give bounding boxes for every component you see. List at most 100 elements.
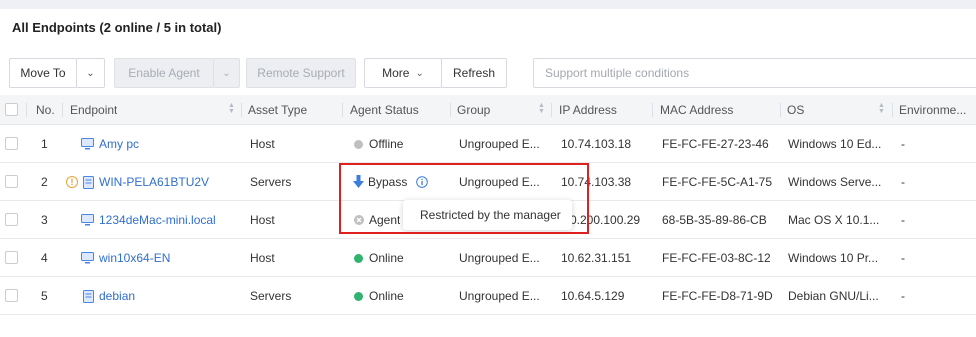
chevron-down-icon: ⌄ xyxy=(86,67,95,79)
os: Windows 10 Ed... xyxy=(788,137,882,151)
row-number: 2 xyxy=(41,175,48,189)
column-divider xyxy=(892,103,893,117)
online-status-dot xyxy=(354,254,363,263)
endpoint-link[interactable]: WIN-PELA61BTU2V xyxy=(99,163,209,201)
os: Debian GNU/Li... xyxy=(788,289,879,303)
environment: - xyxy=(901,251,905,265)
chevron-down-icon: ⌄ xyxy=(222,67,231,79)
column-agent-status[interactable]: Agent Status xyxy=(350,95,419,125)
row-checkbox[interactable] xyxy=(5,175,18,188)
ip-address: 10.64.5.129 xyxy=(561,289,625,303)
chevron-down-icon: ⌄ xyxy=(415,67,424,79)
table-row[interactable]: 4 win10x64-EN Host Online Ungrouped E...… xyxy=(0,239,976,277)
row-number: 5 xyxy=(41,289,48,303)
move-to-button[interactable]: Move To xyxy=(9,58,77,88)
environment: - xyxy=(901,289,905,303)
mac-address: 68-5B-35-89-86-CB xyxy=(662,213,767,227)
move-to-dropdown-button[interactable]: ⌄ xyxy=(76,58,105,88)
row-number: 1 xyxy=(41,137,48,151)
mac-address: FE-FC-FE-5C-A1-75 xyxy=(662,175,773,189)
column-environment[interactable]: Environme... xyxy=(899,95,975,125)
asset-type: Servers xyxy=(250,175,292,189)
table-row[interactable]: 5 debian Servers Online Ungrouped E... 1… xyxy=(0,277,976,315)
remote-support-button[interactable]: Remote Support xyxy=(246,58,356,88)
column-divider xyxy=(652,103,653,117)
group: Ungrouped E... xyxy=(459,289,540,303)
os: Windows 10 Pr... xyxy=(788,251,879,265)
top-strip xyxy=(0,0,976,9)
agent-status-text: Online xyxy=(369,251,404,265)
row-checkbox[interactable] xyxy=(5,251,18,264)
endpoint-link[interactable]: 1234deMac-mini.local xyxy=(99,201,216,239)
mac-address: FE-FC-FE-03-8C-12 xyxy=(662,251,771,265)
sort-icon[interactable]: ▲ ▼ xyxy=(878,102,885,115)
row-number: 4 xyxy=(41,251,48,265)
offline-status-dot xyxy=(354,140,363,149)
page-title: All Endpoints (2 online / 5 in total) xyxy=(12,20,221,35)
select-all-checkbox[interactable] xyxy=(5,103,18,116)
mac-address: FE-FC-FE-27-23-46 xyxy=(662,137,769,151)
endpoint-link[interactable]: win10x64-EN xyxy=(99,239,170,277)
column-divider xyxy=(551,103,552,117)
table-row[interactable]: 1 Amy pc Host Offline Ungrouped E... 10.… xyxy=(0,125,976,163)
remote-support-label: Remote Support xyxy=(257,66,345,80)
asset-type: Host xyxy=(250,251,275,265)
asset-type: Host xyxy=(250,213,275,227)
endpoint-link[interactable]: debian xyxy=(99,277,135,315)
server-icon xyxy=(83,290,94,303)
column-divider xyxy=(342,103,343,117)
os: Mac OS X 10.1... xyxy=(788,213,880,227)
highlight-box xyxy=(339,163,589,234)
more-label: More xyxy=(382,66,410,80)
column-no[interactable]: No. xyxy=(36,95,55,125)
row-checkbox[interactable] xyxy=(5,137,18,150)
asset-type: Servers xyxy=(250,289,292,303)
environment: - xyxy=(901,137,905,151)
agent-status-text: Online xyxy=(369,289,404,303)
monitor-icon xyxy=(81,214,94,226)
online-status-dot xyxy=(354,292,363,301)
agent-status: Online xyxy=(354,239,404,277)
column-group[interactable]: Group xyxy=(457,95,490,125)
asset-type: Host xyxy=(250,137,275,151)
more-button[interactable]: More ⌄ xyxy=(364,58,442,88)
column-endpoint[interactable]: Endpoint xyxy=(70,95,117,125)
sort-icon[interactable]: ▲ ▼ xyxy=(538,102,545,115)
column-asset-type[interactable]: Asset Type xyxy=(248,95,307,125)
enable-agent-dropdown-button[interactable]: ⌄ xyxy=(213,58,240,88)
row-number: 3 xyxy=(41,213,48,227)
column-ip-address[interactable]: IP Address xyxy=(559,95,617,125)
column-divider xyxy=(780,103,781,117)
row-checkbox[interactable] xyxy=(5,213,18,226)
monitor-icon xyxy=(81,252,94,264)
environment: - xyxy=(901,175,905,189)
page-title-text: All Endpoints xyxy=(12,20,96,35)
endpoint-link[interactable]: Amy pc xyxy=(99,125,139,163)
table-header: No. Endpoint ▲ ▼ Asset Type Agent Status … xyxy=(0,95,976,125)
search-input[interactable] xyxy=(533,58,976,88)
agent-status: Offline xyxy=(354,125,403,163)
ip-address: 10.62.31.151 xyxy=(561,251,632,265)
move-to-label: Move To xyxy=(20,66,66,80)
column-divider xyxy=(62,103,63,117)
os: Windows Serve... xyxy=(788,175,882,189)
mac-address: FE-FC-FE-D8-71-9D xyxy=(662,289,773,303)
environment: - xyxy=(901,213,905,227)
column-mac-address[interactable]: MAC Address xyxy=(660,95,733,125)
warning-icon[interactable]: ! xyxy=(66,176,78,188)
server-icon xyxy=(83,176,94,189)
ip-address: 10.74.103.18 xyxy=(561,137,632,151)
column-divider xyxy=(450,103,451,117)
column-os[interactable]: OS xyxy=(787,95,804,125)
row-checkbox[interactable] xyxy=(5,289,18,302)
column-divider xyxy=(241,103,242,117)
enable-agent-button[interactable]: Enable Agent xyxy=(114,58,214,88)
sort-icon[interactable]: ▲ ▼ xyxy=(228,102,235,115)
page-title-count: (2 online / 5 in total) xyxy=(99,20,222,35)
enable-agent-label: Enable Agent xyxy=(128,66,200,80)
column-divider xyxy=(26,103,27,117)
toolbar: Move To ⌄ Enable Agent ⌄ Remote Support … xyxy=(9,58,976,88)
monitor-icon xyxy=(81,138,94,150)
refresh-button[interactable]: Refresh xyxy=(441,58,507,88)
refresh-label: Refresh xyxy=(452,66,496,80)
